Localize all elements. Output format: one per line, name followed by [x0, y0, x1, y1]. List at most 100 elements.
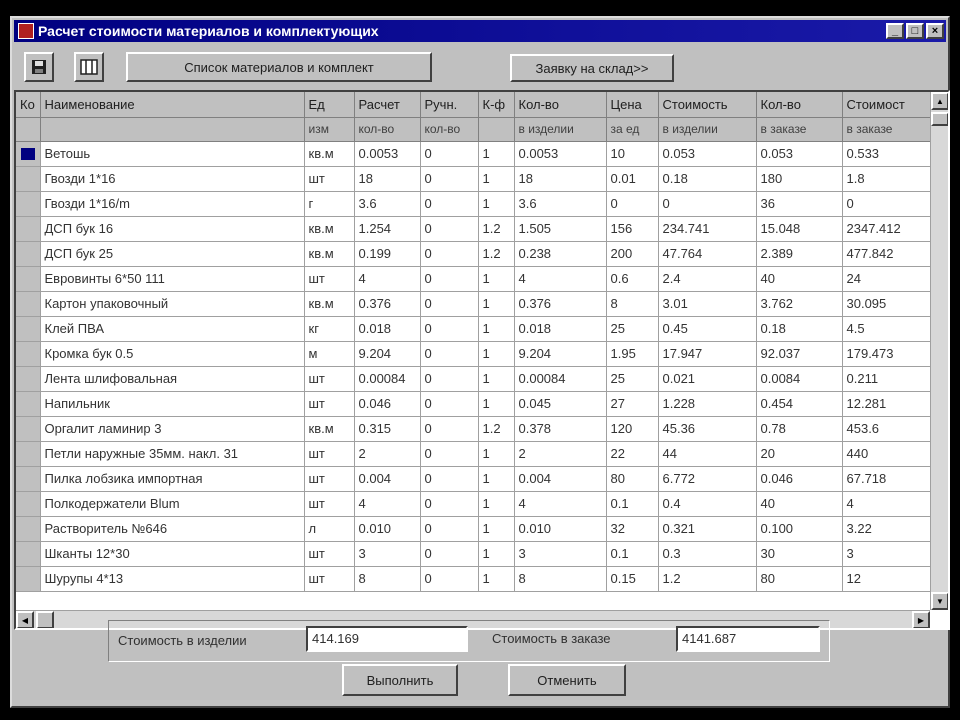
cell-coef[interactable]: 1	[478, 566, 515, 592]
cell-qty-order[interactable]: 180	[756, 166, 843, 192]
cell-qty-order[interactable]: 0.454	[756, 391, 843, 417]
cell-qty-order[interactable]: 0.0084	[756, 366, 843, 392]
product-cost-field[interactable]: 414.169	[306, 626, 468, 652]
cell-price[interactable]: 0.6	[606, 266, 659, 292]
cell-name[interactable]: Шурупы 4*13	[40, 566, 305, 592]
cell-qty-product[interactable]: 2	[514, 441, 607, 467]
cell-coef[interactable]: 1	[478, 466, 515, 492]
cell-cost-order[interactable]: 12.281	[842, 391, 931, 417]
cell-price[interactable]: 27	[606, 391, 659, 417]
cell-qty-product[interactable]: 1.505	[514, 216, 607, 242]
cell-cost-order[interactable]: 30.095	[842, 291, 931, 317]
row-indicator[interactable]	[16, 541, 41, 567]
cell-manual-qty[interactable]: 0	[420, 341, 479, 367]
cell-cost-product[interactable]: 0.4	[658, 491, 757, 517]
cell-coef[interactable]: 1	[478, 291, 515, 317]
row-indicator[interactable]	[16, 191, 41, 217]
cell-calc-qty[interactable]: 0.010	[354, 516, 421, 542]
row-indicator[interactable]	[16, 291, 41, 317]
cell-price[interactable]: 0.1	[606, 491, 659, 517]
cell-cost-product[interactable]: 0	[658, 191, 757, 217]
table-row[interactable]: Напильник шт 0.046 0 1 0.045 27 1.228 0.454 12.28…	[16, 391, 931, 417]
col-header-qty-product[interactable]: Кол-во	[514, 92, 607, 118]
row-indicator[interactable]	[16, 141, 41, 167]
cell-manual-qty[interactable]: 0	[420, 566, 479, 592]
execute-button[interactable]: Выполнить	[342, 664, 458, 696]
cell-qty-order[interactable]: 2.389	[756, 241, 843, 267]
title-bar[interactable]: Расчет стоимости материалов и комплектую…	[14, 20, 946, 42]
cell-manual-qty[interactable]: 0	[420, 366, 479, 392]
cell-cost-product[interactable]: 0.45	[658, 316, 757, 342]
cell-cost-order[interactable]: 453.6	[842, 416, 931, 442]
table-row[interactable]: Евровинты 6*50 111 шт 4 0 1 4 0.6 2.4 40 24	[16, 266, 931, 292]
cell-qty-order[interactable]: 20	[756, 441, 843, 467]
cell-cost-product[interactable]: 44	[658, 441, 757, 467]
cell-cost-product[interactable]: 0.321	[658, 516, 757, 542]
cell-calc-qty[interactable]: 8	[354, 566, 421, 592]
cell-manual-qty[interactable]: 0	[420, 516, 479, 542]
cell-unit[interactable]: шт	[304, 441, 355, 467]
cell-cost-product[interactable]: 0.18	[658, 166, 757, 192]
order-cost-field[interactable]: 4141.687	[676, 626, 820, 652]
cell-price[interactable]: 25	[606, 316, 659, 342]
cell-calc-qty[interactable]: 9.204	[354, 341, 421, 367]
table-row[interactable]: Полкодержатели Blum шт 4 0 1 4 0.1 0.4 40 4	[16, 491, 931, 517]
cell-calc-qty[interactable]: 2	[354, 441, 421, 467]
cell-price[interactable]: 0.15	[606, 566, 659, 592]
cell-manual-qty[interactable]: 0	[420, 416, 479, 442]
cell-coef[interactable]: 1	[478, 191, 515, 217]
scroll-right-button[interactable]: ▶	[912, 611, 930, 628]
cell-cost-order[interactable]: 3.22	[842, 516, 931, 542]
cell-coef[interactable]: 1	[478, 366, 515, 392]
cell-unit[interactable]: м	[304, 341, 355, 367]
cell-price[interactable]: 80	[606, 466, 659, 492]
cell-calc-qty[interactable]: 0.018	[354, 316, 421, 342]
row-indicator[interactable]	[16, 441, 41, 467]
cell-unit[interactable]: шт	[304, 491, 355, 517]
cell-cost-product[interactable]: 0.053	[658, 141, 757, 167]
col-header-name[interactable]: Наименование	[40, 92, 305, 118]
cell-calc-qty[interactable]: 0.199	[354, 241, 421, 267]
cell-name[interactable]: Петли наружные 35мм. накл. 31	[40, 441, 305, 467]
table-row[interactable]: Гвозди 1*16/m г 3.6 0 1 3.6 0 0 36 0	[16, 191, 931, 217]
table-row[interactable]: Лента шлифовальная шт 0.00084 0 1 0.00084 25 0.…	[16, 366, 931, 392]
cell-coef[interactable]: 1	[478, 141, 515, 167]
cell-coef[interactable]: 1.2	[478, 416, 515, 442]
cell-cost-order[interactable]: 0	[842, 191, 931, 217]
cell-price[interactable]: 22	[606, 441, 659, 467]
cell-coef[interactable]: 1	[478, 391, 515, 417]
col-header-cost-order[interactable]: Стоимост	[842, 92, 931, 118]
table-row[interactable]: Петли наружные 35мм. накл. 31 шт 2 0 1 2 22 44 2…	[16, 441, 931, 467]
cell-unit[interactable]: шт	[304, 566, 355, 592]
cell-name[interactable]: Евровинты 6*50 111	[40, 266, 305, 292]
cell-calc-qty[interactable]: 4	[354, 491, 421, 517]
cell-unit[interactable]: шт	[304, 166, 355, 192]
row-indicator[interactable]	[16, 366, 41, 392]
cell-price[interactable]: 120	[606, 416, 659, 442]
col-header-qty-order[interactable]: Кол-во	[756, 92, 843, 118]
cell-name[interactable]: ДСП бук 16	[40, 216, 305, 242]
cell-cost-product[interactable]: 234.741	[658, 216, 757, 242]
col-header-price[interactable]: Цена	[606, 92, 659, 118]
cell-unit[interactable]: шт	[304, 541, 355, 567]
cell-qty-order[interactable]: 92.037	[756, 341, 843, 367]
row-indicator[interactable]	[16, 166, 41, 192]
cell-qty-order[interactable]: 0.100	[756, 516, 843, 542]
row-indicator[interactable]	[16, 266, 41, 292]
cell-cost-order[interactable]: 440	[842, 441, 931, 467]
cell-manual-qty[interactable]: 0	[420, 266, 479, 292]
cell-qty-product[interactable]: 3	[514, 541, 607, 567]
cell-manual-qty[interactable]: 0	[420, 316, 479, 342]
cell-calc-qty[interactable]: 0.0053	[354, 141, 421, 167]
cell-coef[interactable]: 1	[478, 516, 515, 542]
cell-qty-order[interactable]: 0.18	[756, 316, 843, 342]
cell-cost-order[interactable]: 4.5	[842, 316, 931, 342]
cell-qty-product[interactable]: 4	[514, 491, 607, 517]
cell-cost-order[interactable]: 0.533	[842, 141, 931, 167]
cell-unit[interactable]: шт	[304, 391, 355, 417]
cell-unit[interactable]: л	[304, 516, 355, 542]
cell-cost-order[interactable]: 3	[842, 541, 931, 567]
cell-coef[interactable]: 1	[478, 316, 515, 342]
cell-qty-product[interactable]: 8	[514, 566, 607, 592]
row-indicator[interactable]	[16, 416, 41, 442]
